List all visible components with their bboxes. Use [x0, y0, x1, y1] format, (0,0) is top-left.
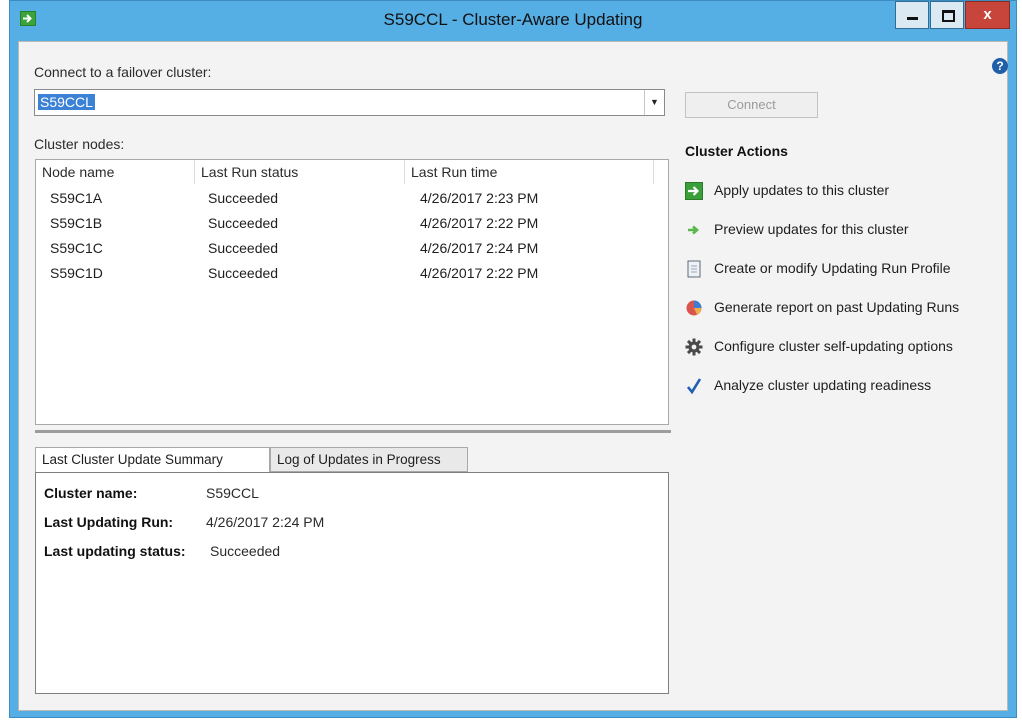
action-label: Apply updates to this cluster — [714, 182, 890, 198]
action-label: Analyze cluster updating readiness — [714, 377, 932, 393]
profile-document-icon — [685, 260, 703, 278]
last-updating-status-label: Last updating status: — [44, 543, 186, 559]
window-title: S59CCL - Cluster-Aware Updating — [383, 10, 643, 29]
node-name: S59C1C — [50, 240, 103, 256]
checkmark-icon — [685, 377, 703, 395]
report-chart-icon — [685, 299, 703, 317]
node-name: S59C1A — [50, 190, 103, 206]
column-header-last-run-time[interactable]: Last Run time — [405, 160, 654, 184]
last-updating-run-label: Last Updating Run: — [44, 514, 174, 530]
node-time: 4/26/2017 2:22 PM — [420, 215, 539, 231]
table-row[interactable]: S59C1D Succeeded 4/26/2017 2:22 PM — [36, 261, 668, 286]
tab-log-of-updates-in-progress[interactable]: Log of Updates in Progress — [270, 447, 468, 472]
node-status: Succeeded — [208, 190, 279, 206]
node-name: S59C1B — [50, 215, 103, 231]
maximize-button[interactable] — [930, 1, 964, 29]
client-area: Connect to a failover cluster: ? S59CCL … — [18, 41, 1008, 711]
gear-icon — [685, 338, 703, 356]
table-row[interactable]: S59C1B Succeeded 4/26/2017 2:22 PM — [36, 211, 668, 236]
minimize-button[interactable] — [895, 1, 929, 29]
action-label: Preview updates for this cluster — [714, 221, 909, 237]
action-label: Configure cluster self-updating options — [714, 338, 953, 354]
last-updating-status-value: Succeeded — [210, 543, 281, 559]
node-status: Succeeded — [208, 215, 279, 231]
last-updating-run-value: 4/26/2017 2:24 PM — [206, 514, 325, 530]
close-icon: x — [983, 6, 992, 23]
cau-window: S59CCL - Cluster-Aware Updating x Connec… — [9, 0, 1017, 718]
node-status: Succeeded — [208, 240, 279, 256]
cluster-nodes-list[interactable]: Node name Last Run status Last Run time … — [35, 159, 669, 425]
node-name: S59C1D — [50, 265, 103, 281]
cluster-combobox[interactable]: S59CCL ▼ — [34, 89, 665, 116]
table-row[interactable]: S59C1A Succeeded 4/26/2017 2:23 PM — [36, 186, 668, 211]
panel-splitter[interactable] — [35, 430, 671, 433]
help-icon[interactable]: ? — [992, 58, 1008, 74]
preview-arrow-icon — [685, 221, 703, 239]
dropdown-arrow-icon[interactable]: ▼ — [644, 90, 664, 115]
node-time: 4/26/2017 2:23 PM — [420, 190, 539, 206]
node-time: 4/26/2017 2:22 PM — [420, 265, 539, 281]
close-button[interactable]: x — [965, 1, 1010, 29]
column-header-node-name[interactable]: Node name — [36, 160, 195, 184]
cluster-actions-title: Cluster Actions — [685, 143, 788, 159]
tab-last-cluster-update-summary[interactable]: Last Cluster Update Summary — [35, 447, 270, 473]
apply-updates-icon — [685, 182, 703, 200]
connect-label: Connect to a failover cluster: — [34, 64, 212, 80]
action-label: Generate report on past Updating Runs — [714, 299, 960, 315]
table-row[interactable]: S59C1C Succeeded 4/26/2017 2:24 PM — [36, 236, 668, 261]
node-status: Succeeded — [208, 265, 279, 281]
cluster-nodes-label: Cluster nodes: — [34, 136, 125, 152]
action-label: Create or modify Updating Run Profile — [714, 260, 951, 276]
summary-panel: Cluster name: S59CCL Last Updating Run: … — [35, 472, 669, 694]
cluster-name-value: S59CCL — [206, 485, 259, 501]
cluster-combobox-value[interactable]: S59CCL — [38, 94, 95, 110]
node-time: 4/26/2017 2:24 PM — [420, 240, 539, 256]
title-bar: S59CCL - Cluster-Aware Updating x — [10, 1, 1016, 41]
column-header-last-run-status[interactable]: Last Run status — [195, 160, 405, 184]
cluster-name-label: Cluster name: — [44, 485, 138, 501]
connect-button[interactable]: Connect — [685, 92, 818, 118]
